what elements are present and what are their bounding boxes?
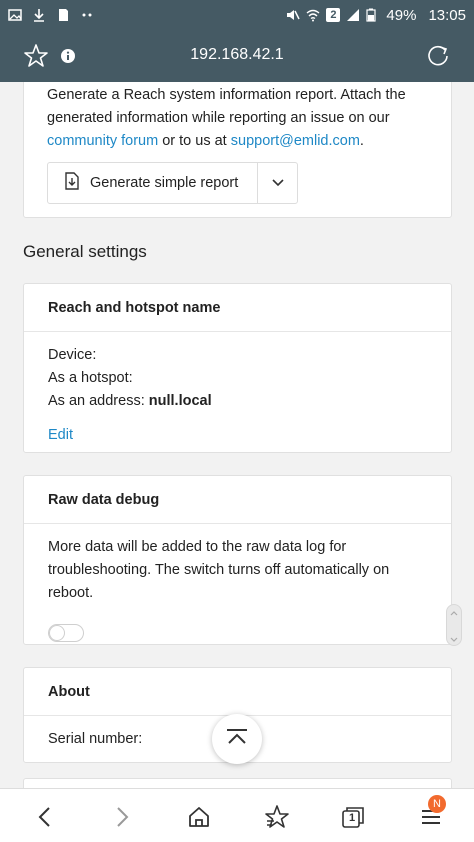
report-text-line: Generate a Reach system information repo… bbox=[47, 87, 406, 103]
download-report-icon bbox=[64, 172, 80, 194]
gallery-icon bbox=[8, 8, 22, 22]
mute-icon bbox=[286, 8, 301, 22]
browser-bottom-nav: 1 N bbox=[0, 788, 474, 842]
report-description: Generate a Reach system information repo… bbox=[47, 84, 437, 153]
report-options-dropdown[interactable] bbox=[258, 163, 297, 203]
edit-link[interactable]: Edit bbox=[48, 424, 427, 447]
scroll-to-top-button[interactable] bbox=[212, 714, 262, 764]
battery-icon bbox=[366, 8, 380, 22]
raw-debug-card-title: Raw data debug bbox=[24, 476, 451, 524]
back-icon[interactable] bbox=[29, 802, 59, 832]
report-text-fragment: or to us at bbox=[158, 133, 231, 149]
url-bar[interactable]: 192.168.42.1 bbox=[0, 46, 474, 64]
battery-percent: 49% bbox=[386, 6, 417, 24]
chevron-up-icon bbox=[226, 728, 248, 750]
sd-card-icon bbox=[56, 8, 70, 22]
status-bar: 2 49% 13:05 bbox=[0, 0, 474, 30]
generate-report-button[interactable]: Generate simple report bbox=[48, 163, 258, 203]
home-icon[interactable] bbox=[184, 802, 214, 832]
more-notifications-icon bbox=[80, 8, 94, 22]
fast-scroll-handle[interactable] bbox=[446, 604, 462, 646]
clock: 13:05 bbox=[428, 6, 466, 24]
raw-debug-toggle[interactable] bbox=[48, 624, 84, 642]
address-value: null.local bbox=[148, 393, 212, 409]
raw-debug-desc-line: reboot. bbox=[48, 585, 94, 601]
raw-debug-desc-line: More data will be added to the raw data … bbox=[48, 539, 347, 555]
hotspot-name-card: Reach and hotspot name Device: As a hots… bbox=[23, 283, 452, 453]
hotspot-card-title: Reach and hotspot name bbox=[24, 284, 451, 332]
wifi-icon bbox=[306, 8, 320, 22]
report-text-fragment: . bbox=[359, 133, 364, 149]
toggle-knob bbox=[49, 625, 65, 641]
report-text-line: generated information while reporting an… bbox=[47, 110, 390, 126]
hotspot-label: As a hotspot: bbox=[48, 370, 133, 386]
tabs-count: 1 bbox=[349, 812, 356, 824]
sim-icon: 2 bbox=[326, 8, 341, 22]
next-card bbox=[23, 778, 452, 788]
chevron-down-icon bbox=[450, 629, 458, 647]
tabs-icon[interactable]: 1 bbox=[338, 802, 368, 832]
chevron-up-icon bbox=[450, 603, 458, 621]
chevron-down-icon bbox=[271, 174, 284, 192]
about-card-title: About bbox=[24, 668, 451, 716]
raw-debug-desc-line: troubleshooting. The switch turns off au… bbox=[48, 562, 390, 578]
address-label: As an address: bbox=[48, 393, 145, 409]
general-settings-heading: General settings bbox=[23, 242, 147, 261]
generate-report-label: Generate simple report bbox=[90, 175, 239, 191]
signal-icon bbox=[346, 8, 360, 22]
download-icon bbox=[32, 8, 46, 22]
generate-report-split-button: Generate simple report bbox=[47, 162, 298, 204]
reload-icon[interactable] bbox=[424, 42, 452, 70]
forward-icon[interactable] bbox=[108, 802, 138, 832]
address-row: As an address: null.local bbox=[48, 390, 427, 413]
notification-badge: N bbox=[428, 795, 446, 813]
community-forum-link[interactable]: community forum bbox=[47, 133, 158, 149]
support-email-link[interactable]: support@emlid.com bbox=[231, 133, 360, 149]
browser-toolbar: 192.168.42.1 bbox=[0, 30, 474, 82]
bookmarks-icon[interactable] bbox=[262, 802, 292, 832]
report-text-line: community forum or to us at support@emli… bbox=[47, 130, 437, 153]
device-label: Device: bbox=[48, 347, 97, 363]
raw-data-debug-card: Raw data debug More data will be added t… bbox=[23, 475, 452, 645]
page-content: Generate a Reach system information repo… bbox=[0, 82, 474, 788]
